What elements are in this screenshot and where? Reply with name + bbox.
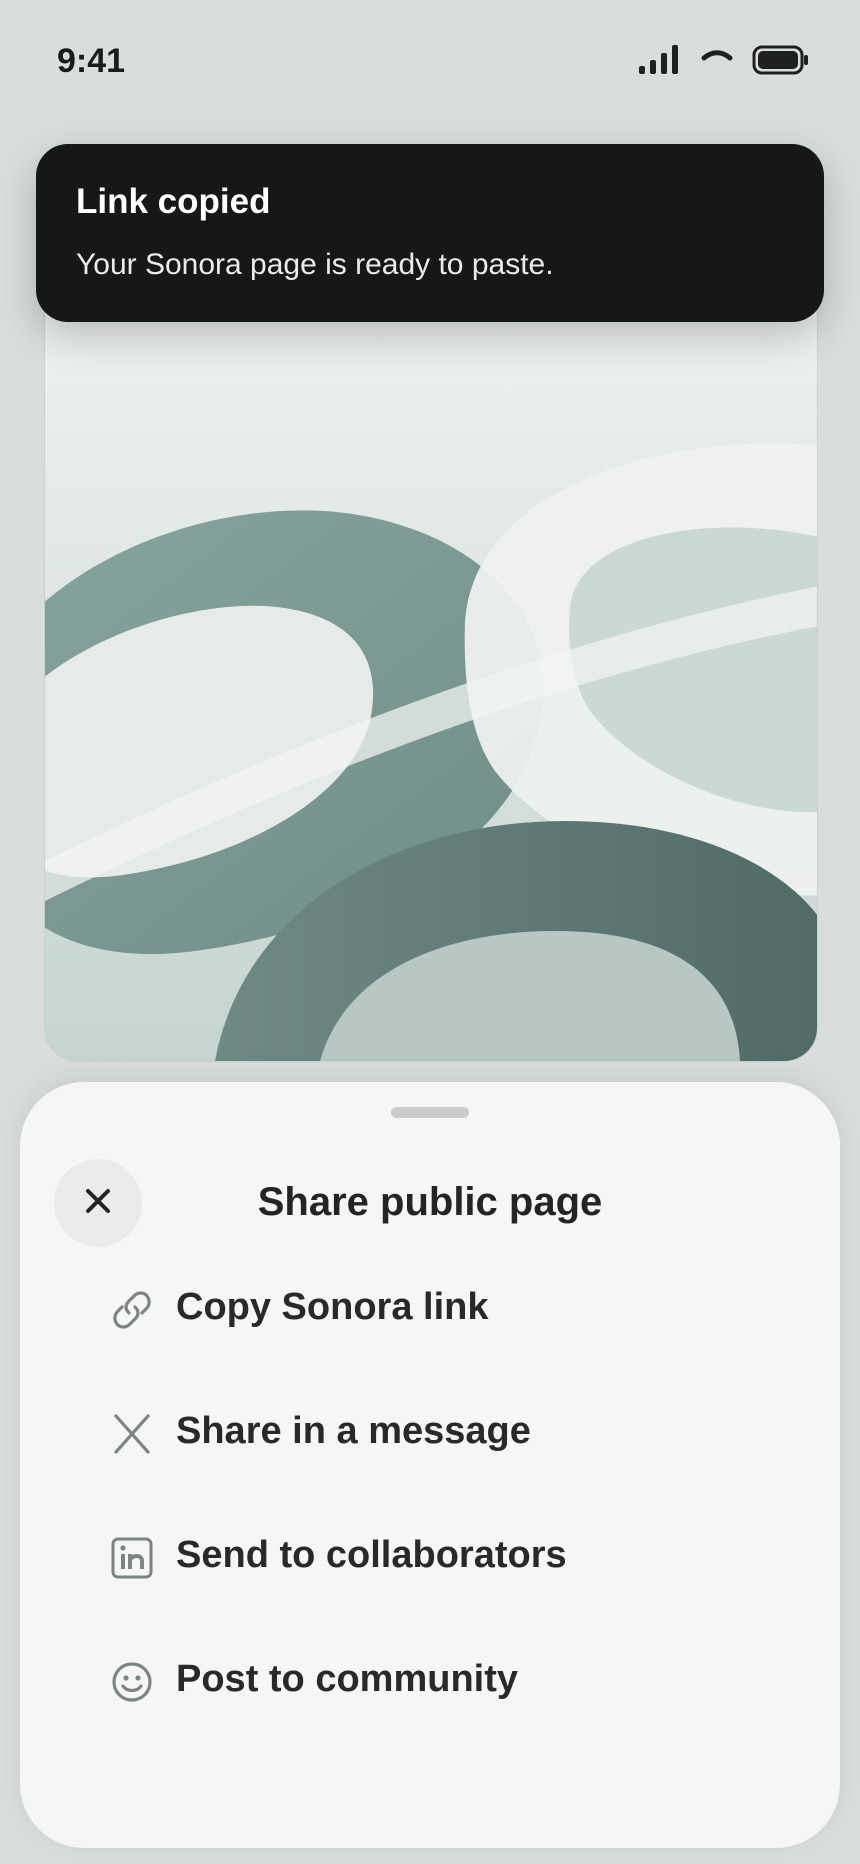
share-message-action[interactable]: Share in a message [50,1377,810,1489]
artwork-preview [44,300,818,1062]
action-label: Post to community [176,1658,519,1700]
post-community-action[interactable]: Post to community [50,1625,810,1737]
action-label: Copy Sonora link [176,1286,489,1328]
status-bar: 9:41 [0,0,860,124]
linkedin-icon [110,1536,154,1580]
status-time: 9:41 [57,42,126,80]
cellular-signal-icon [638,44,682,81]
link-icon [110,1288,154,1332]
link-copied-toast: Link copied Your Sonora page is ready to… [36,144,824,322]
action-label: Send to collaborators [176,1534,567,1576]
toast-message: Your Sonora page is ready to paste. [76,248,554,281]
sheet-grabber[interactable] [391,1107,469,1118]
toast-title: Link copied [76,182,271,221]
smiley-icon [110,1660,154,1704]
x-logo-icon [110,1412,154,1456]
send-collaborators-action[interactable]: Send to collaborators [50,1501,810,1613]
copy-link-action[interactable]: Copy Sonora link [50,1253,810,1365]
action-label: Share in a message [176,1410,531,1452]
share-sheet: Share public page Copy Sonora link Share… [20,1082,840,1848]
wifi-icon [700,48,734,77]
sheet-title: Share public page [257,1180,603,1224]
battery-icon [752,45,810,80]
status-icons [638,44,810,80]
